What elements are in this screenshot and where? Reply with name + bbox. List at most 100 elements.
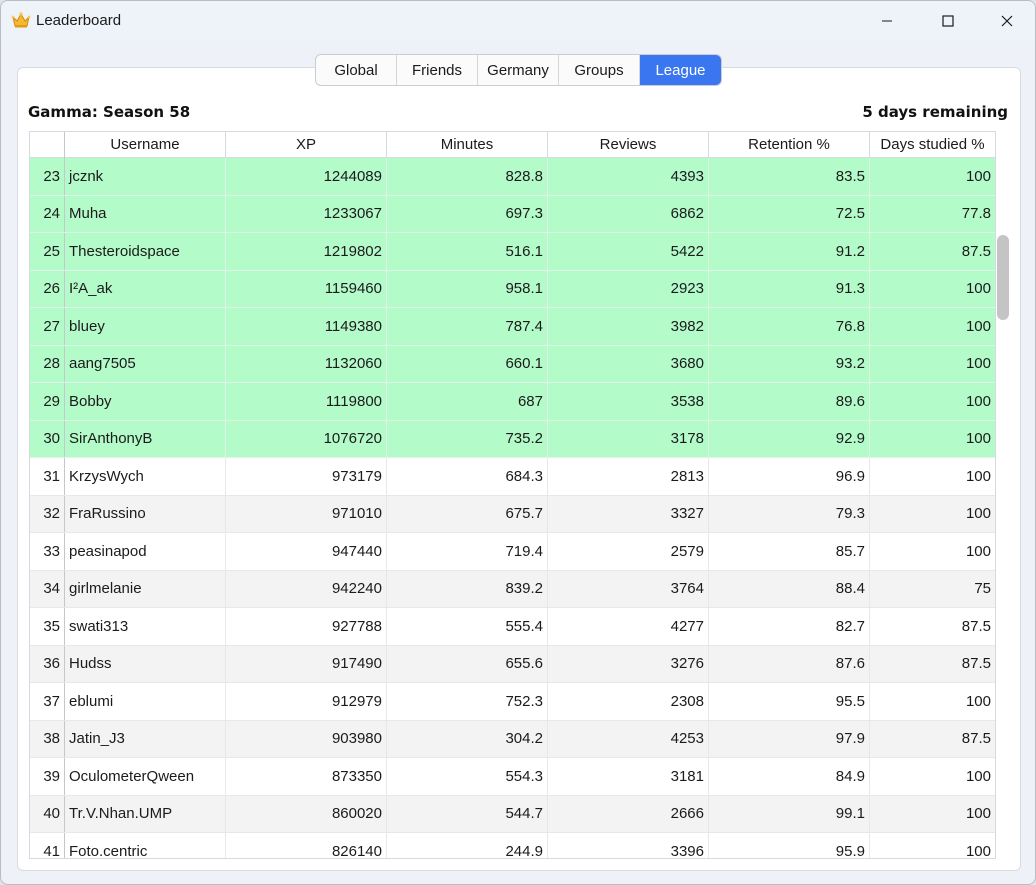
row-rank: 41 (30, 833, 65, 858)
tab-league[interactable]: League (640, 55, 721, 85)
row-retention: 92.9 (709, 420, 870, 457)
tab-global[interactable]: Global (316, 55, 397, 85)
row-username: Thesteroidspace (65, 233, 226, 270)
row-rank: 32 (30, 495, 65, 532)
vertical-scrollbar[interactable] (995, 131, 1011, 859)
row-days-studied: 100 (965, 692, 991, 710)
column-header-xp[interactable]: XP (226, 132, 387, 158)
table-row[interactable]: 27 bluey 1149380 787.4 3982 76.8 100 (30, 308, 995, 346)
row-rank: 38 (30, 720, 65, 757)
close-icon (1001, 15, 1013, 27)
table-row[interactable]: 38 Jatin_J3 903980 304.2 4253 97.9 87.5 (30, 720, 995, 758)
table-row[interactable]: 35 swati313 927788 555.4 4277 82.7 87.5 (30, 608, 995, 646)
row-days-studied: 100 (965, 430, 991, 448)
column-header-rank[interactable] (30, 132, 65, 158)
days-remaining: 5 days remaining (862, 103, 1008, 121)
table-row[interactable]: 39 OculometerQween 873350 554.3 3181 84.9 100 (30, 758, 995, 796)
tab-groups[interactable]: Groups (559, 55, 640, 85)
table-row[interactable]: 30 SirAnthonyB 1076720 735.2 3178 92.9 100 (30, 420, 995, 458)
column-header-reviews[interactable]: Reviews (548, 132, 709, 158)
row-username: Muha (65, 195, 226, 232)
row-minutes: 697.3 (387, 195, 548, 232)
column-header-days-studied[interactable]: Days studied % (870, 132, 995, 158)
row-minutes: 675.7 (387, 495, 548, 532)
scrollbar-thumb[interactable] (997, 235, 1009, 320)
row-xp: 826140 (226, 833, 387, 858)
row-xp: 1149380 (226, 308, 387, 345)
season-title: Gamma: Season 58 (28, 103, 191, 121)
row-days-studied: 100 (965, 355, 991, 373)
row-minutes: 304.2 (387, 720, 548, 757)
table-row[interactable]: 36 Hudss 917490 655.6 3276 87.6 87.5 (30, 645, 995, 683)
table-row[interactable]: 41 Foto.centric 826140 244.9 3396 95.9 100 (30, 833, 995, 859)
row-rank: 40 (30, 795, 65, 832)
row-rank: 26 (30, 270, 65, 307)
row-rank: 37 (30, 683, 65, 720)
table-row[interactable]: 40 Tr.V.Nhan.UMP 860020 544.7 2666 99.1 100 (30, 795, 995, 833)
row-reviews: 3178 (548, 420, 709, 457)
table-row[interactable]: 26 I²A_ak 1159460 958.1 2923 91.3 100 (30, 270, 995, 308)
title-bar[interactable]: Leaderboard (1, 1, 1035, 41)
close-button[interactable] (978, 1, 1035, 41)
maximize-button[interactable] (919, 1, 977, 41)
table-row[interactable]: 29 Bobby 1119800 687 3538 89.6 100 (30, 383, 995, 421)
leaderboard-tabs: Global Friends Germany Groups League (315, 54, 722, 86)
row-rank: 35 (30, 608, 65, 645)
row-minutes: 787.4 (387, 308, 548, 345)
table-row[interactable]: 34 girlmelanie 942240 839.2 3764 88.4 75 (30, 570, 995, 608)
row-retention: 87.6 (709, 645, 870, 682)
row-days-studied: 100 (965, 842, 991, 859)
minimize-button[interactable] (858, 1, 916, 41)
table-row[interactable]: 25 Thesteroidspace 1219802 516.1 5422 91.2 87.… (30, 233, 995, 271)
row-username: aang7505 (65, 345, 226, 382)
row-days-studied: 100 (965, 542, 991, 560)
row-rank: 33 (30, 533, 65, 570)
leaderboard-window: Leaderboard Global Friends Germany Group… (0, 0, 1036, 885)
table-row[interactable]: 37 eblumi 912979 752.3 2308 95.5 100 (30, 683, 995, 721)
table-row[interactable]: 33 peasinapod 947440 719.4 2579 85.7 100 (30, 533, 995, 571)
row-reviews: 4393 (548, 158, 709, 195)
row-minutes: 752.3 (387, 683, 548, 720)
row-minutes: 554.3 (387, 758, 548, 795)
row-username: OculometerQween (65, 758, 226, 795)
row-username: Jatin_J3 (65, 720, 226, 757)
row-reviews: 3327 (548, 495, 709, 532)
row-xp: 1119800 (226, 383, 387, 420)
row-days-studied: 100 (965, 505, 991, 523)
row-reviews: 3680 (548, 345, 709, 382)
leaderboard-table: Username XP Minutes Reviews Retention % … (29, 131, 996, 859)
row-minutes: 660.1 (387, 345, 548, 382)
row-retention: 99.1 (709, 795, 870, 832)
table-row[interactable]: 24 Muha 1233067 697.3 6862 72.5 77.8 (30, 195, 995, 233)
row-rank: 36 (30, 645, 65, 682)
row-reviews: 2308 (548, 683, 709, 720)
table-header: Username XP Minutes Reviews Retention % … (30, 132, 995, 158)
row-retention: 84.9 (709, 758, 870, 795)
table-row[interactable]: 32 FraRussino 971010 675.7 3327 79.3 100 (30, 495, 995, 533)
row-minutes: 687 (387, 383, 548, 420)
row-reviews: 4253 (548, 720, 709, 757)
table-row[interactable]: 28 aang7505 1132060 660.1 3680 93.2 100 (30, 345, 995, 383)
row-days-studied: 100 (965, 167, 991, 185)
column-header-retention[interactable]: Retention % (709, 132, 870, 158)
row-retention: 89.6 (709, 383, 870, 420)
row-retention: 85.7 (709, 533, 870, 570)
row-rank: 27 (30, 308, 65, 345)
row-xp: 1159460 (226, 270, 387, 307)
row-retention: 82.7 (709, 608, 870, 645)
tab-friends[interactable]: Friends (397, 55, 478, 85)
row-retention: 76.8 (709, 308, 870, 345)
row-rank: 24 (30, 195, 65, 232)
table-row[interactable]: 23 jcznk 1244089 828.8 4393 83.5 100 (30, 158, 995, 196)
column-header-username[interactable]: Username (65, 132, 226, 158)
row-days-studied: 100 (965, 392, 991, 410)
row-retention: 91.2 (709, 233, 870, 270)
row-retention: 95.5 (709, 683, 870, 720)
row-days-studied: 87.5 (961, 730, 991, 748)
table-row[interactable]: 31 KrzysWych 973179 684.3 2813 96.9 100 (30, 458, 995, 496)
column-header-minutes[interactable]: Minutes (387, 132, 548, 158)
tab-germany[interactable]: Germany (478, 55, 559, 85)
row-retention: 97.9 (709, 720, 870, 757)
row-xp: 1244089 (226, 158, 387, 195)
row-reviews: 2923 (548, 270, 709, 307)
